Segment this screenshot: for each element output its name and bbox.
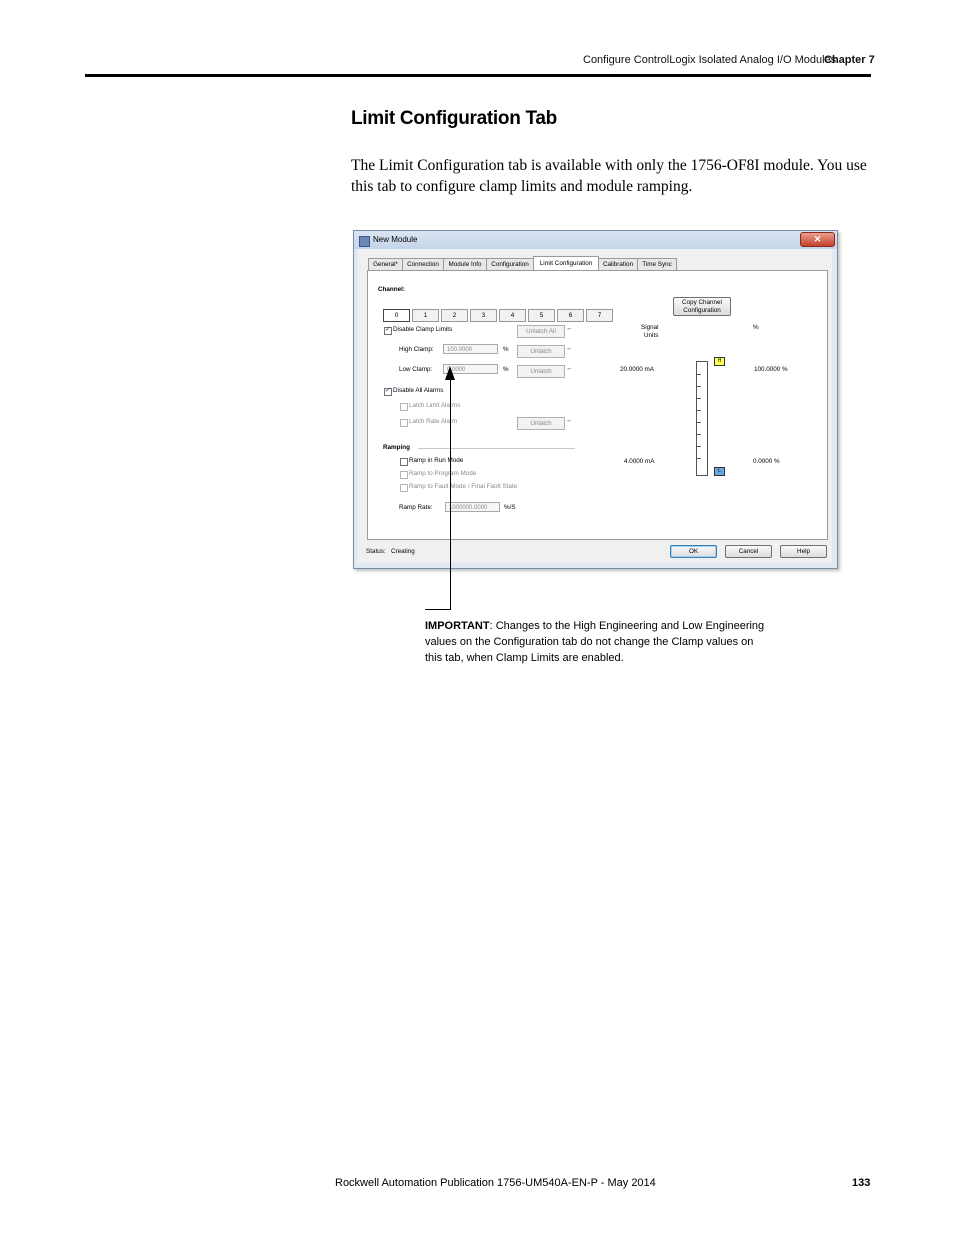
channel-5-button[interactable]: 5 bbox=[528, 309, 555, 322]
tab-limit-configuration[interactable]: Limit Configuration bbox=[533, 256, 599, 271]
ramp-rate-unit: %/S bbox=[504, 504, 516, 511]
scale-tick bbox=[697, 374, 701, 375]
status-value: Creating bbox=[391, 548, 415, 555]
important-note: IMPORTANT: Changes to the High Engineeri… bbox=[425, 618, 770, 666]
scale-tick bbox=[697, 386, 701, 387]
latch-rate-alarm-checkbox[interactable] bbox=[400, 419, 408, 427]
new-module-dialog: New Module ✕ General* Connection Module … bbox=[353, 230, 838, 569]
dialog-title: New Module bbox=[373, 235, 418, 244]
low-clamp-label: Low Clamp: bbox=[399, 366, 433, 373]
channel-6-button[interactable]: 6 bbox=[557, 309, 584, 322]
page-number: 133 bbox=[852, 1177, 871, 1189]
scale-tick bbox=[697, 446, 701, 447]
running-header-chapter: Chapter 7 bbox=[824, 54, 875, 66]
signal-units-header-1: Signal bbox=[641, 324, 659, 331]
channel-4-button[interactable]: 4 bbox=[499, 309, 526, 322]
latch-limit-alarms-label: Latch Limit Alarms bbox=[409, 402, 461, 409]
rate-alarm-arrow-icon: ← bbox=[566, 417, 573, 424]
section-heading: Limit Configuration Tab bbox=[351, 108, 557, 129]
high-clamp-unlatch-button[interactable]: Unlatch bbox=[517, 345, 565, 358]
ramp-in-run-mode-checkbox[interactable] bbox=[400, 458, 408, 466]
ramp-to-fault-mode-label: Ramp to Fault Mode / Final Fault State bbox=[409, 483, 518, 490]
signal-units-header-2: Units bbox=[644, 332, 659, 339]
callout-line bbox=[450, 378, 451, 609]
channel-label: Channel: bbox=[378, 286, 405, 293]
ramp-to-fault-mode-checkbox[interactable] bbox=[400, 484, 408, 492]
dialog-titlebar: New Module ✕ bbox=[354, 231, 837, 249]
intro-paragraph: The Limit Configuration tab is available… bbox=[351, 157, 867, 195]
high-percent-value: 100.0000 % bbox=[754, 366, 788, 373]
high-clamp-unit: % bbox=[503, 346, 509, 353]
tab-general[interactable]: General* bbox=[368, 258, 403, 270]
low-clamp-marker-icon[interactable]: L bbox=[714, 467, 725, 476]
unlatch-all-arrow-icon: ← bbox=[566, 325, 573, 332]
low-clamp-unlatch-button[interactable]: Unlatch bbox=[517, 365, 565, 378]
ramp-to-program-mode-label: Ramp to Program Mode bbox=[409, 470, 477, 477]
high-clamp-marker-icon[interactable]: H bbox=[714, 357, 725, 366]
ramp-to-program-mode-checkbox[interactable] bbox=[400, 471, 408, 479]
ramp-in-run-mode-label: Ramp in Run Mode bbox=[409, 457, 464, 464]
important-label: IMPORTANT bbox=[425, 620, 490, 632]
tab-connection[interactable]: Connection bbox=[402, 258, 444, 270]
scale-tick bbox=[697, 410, 701, 411]
running-header-section: Configure ControlLogix Isolated Analog I… bbox=[583, 54, 837, 66]
status-label: Status: bbox=[366, 548, 386, 555]
disable-clamp-limits-checkbox[interactable] bbox=[384, 325, 392, 335]
channel-1-button[interactable]: 1 bbox=[412, 309, 439, 322]
help-button[interactable]: Help bbox=[780, 545, 827, 558]
footer-publication: Rockwell Automation Publication 1756-UM5… bbox=[335, 1177, 656, 1189]
high-clamp-input[interactable]: 100.0000 bbox=[443, 344, 498, 354]
window-icon bbox=[359, 236, 370, 247]
low-clamp-unit: % bbox=[503, 366, 509, 373]
ramping-divider bbox=[418, 448, 575, 449]
clamp-scale-bar bbox=[696, 361, 708, 476]
dialog-client: General* Connection Module Info Configur… bbox=[358, 249, 832, 563]
latch-limit-alarms-checkbox[interactable] bbox=[400, 403, 408, 411]
channel-0-button[interactable]: 0 bbox=[383, 309, 410, 322]
copy-channel-configuration-button[interactable]: Copy Channel Configuration bbox=[673, 297, 731, 316]
channel-7-button[interactable]: 7 bbox=[586, 309, 613, 322]
limit-config-panel: Channel: 0 1 2 3 4 5 6 7 Copy Channel Co… bbox=[367, 270, 828, 540]
ok-button[interactable]: OK bbox=[670, 545, 717, 558]
tab-calibration[interactable]: Calibration bbox=[598, 258, 638, 270]
tab-time-sync[interactable]: Time Sync bbox=[637, 258, 677, 270]
disable-all-alarms-checkbox[interactable] bbox=[384, 386, 392, 396]
cancel-button[interactable]: Cancel bbox=[725, 545, 772, 558]
disable-clamp-limits-label: Disable Clamp Limits bbox=[393, 326, 453, 333]
copy-channel-line-2: Configuration bbox=[683, 307, 721, 314]
high-signal-value: 20.0000 mA bbox=[620, 366, 654, 373]
low-clamp-arrow-icon: ← bbox=[566, 365, 573, 372]
tab-configuration[interactable]: Configuration bbox=[486, 258, 534, 270]
ramping-label: Ramping bbox=[383, 444, 410, 451]
header-rule bbox=[85, 74, 871, 77]
scale-tick bbox=[697, 422, 701, 423]
percent-header: % bbox=[753, 324, 759, 331]
close-button[interactable]: ✕ bbox=[800, 232, 835, 247]
scale-tick bbox=[697, 398, 701, 399]
channel-3-button[interactable]: 3 bbox=[470, 309, 497, 322]
high-clamp-label: High Clamp: bbox=[399, 346, 434, 353]
ramp-rate-label: Ramp Rate: bbox=[399, 504, 433, 511]
tab-module-info[interactable]: Module Info bbox=[443, 258, 487, 270]
channel-2-button[interactable]: 2 bbox=[441, 309, 468, 322]
unlatch-all-button[interactable]: Unlatch All bbox=[517, 325, 565, 338]
callout-leader bbox=[425, 609, 451, 610]
disable-all-alarms-label: Disable All Alarms bbox=[393, 387, 444, 394]
high-clamp-arrow-icon: ← bbox=[566, 345, 573, 352]
ramp-rate-input[interactable]: 1000000.0000 bbox=[445, 502, 500, 512]
copy-channel-line-1: Copy Channel bbox=[682, 299, 722, 306]
scale-tick bbox=[697, 458, 701, 459]
low-percent-value: 0.0000 % bbox=[753, 458, 780, 465]
scale-tick bbox=[697, 434, 701, 435]
low-signal-value: 4.0000 mA bbox=[624, 458, 655, 465]
rate-alarm-unlatch-button[interactable]: Unlatch bbox=[517, 417, 565, 430]
